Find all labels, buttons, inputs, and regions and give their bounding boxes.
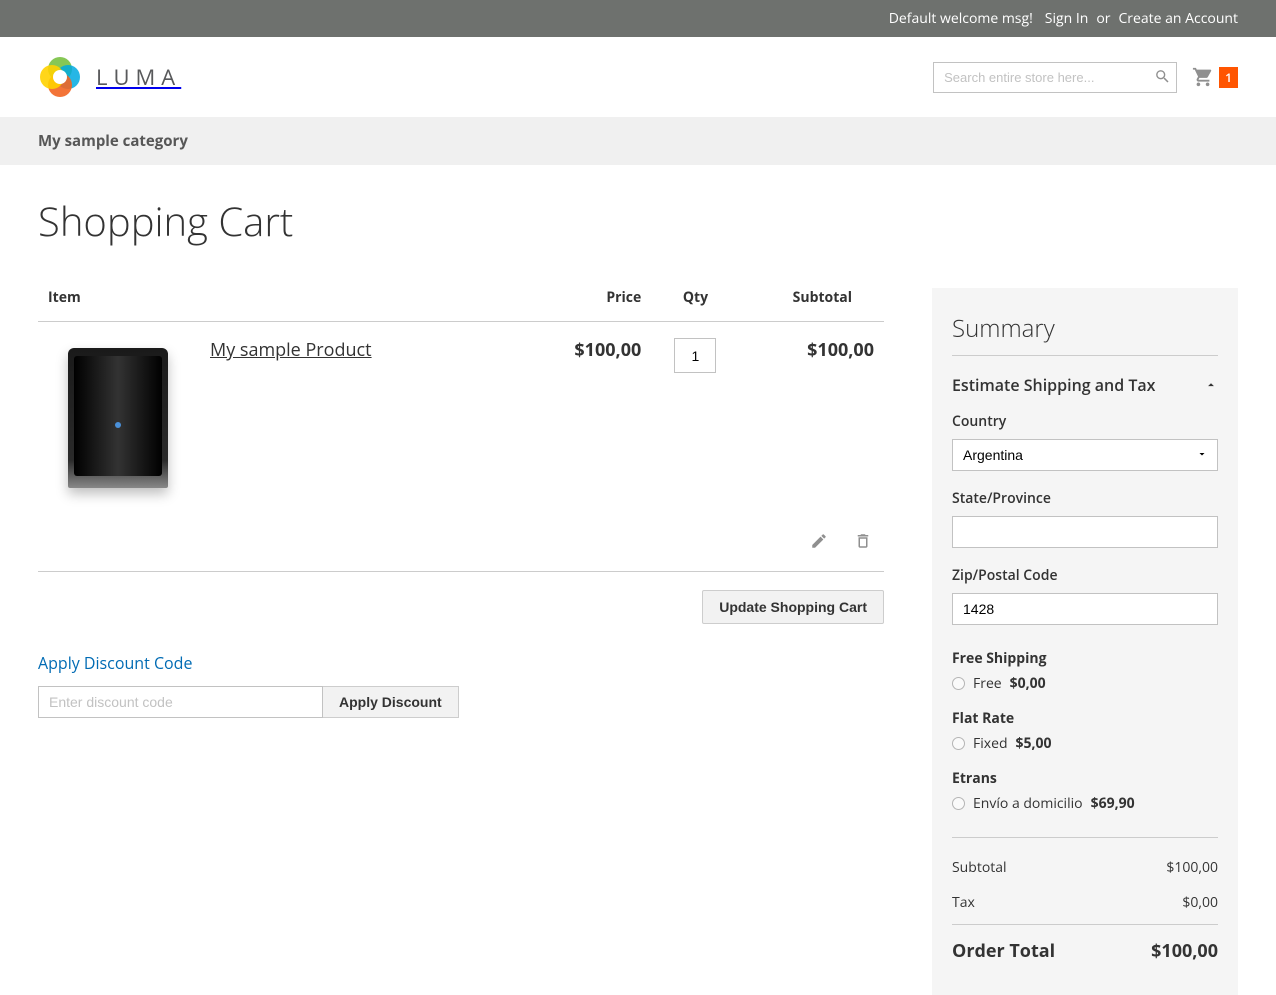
- ship-radio[interactable]: [952, 737, 965, 750]
- search-button[interactable]: [1154, 68, 1171, 88]
- summary-block: Summary Estimate Shipping and Tax Countr…: [932, 288, 1238, 995]
- col-header-item: Item: [38, 288, 528, 322]
- ship-method-title: Etrans: [952, 769, 1218, 788]
- estimate-label: Estimate Shipping and Tax: [952, 374, 1155, 396]
- cart-table: Item Price Qty Subtotal My sample Pr: [38, 288, 884, 572]
- product-name-link[interactable]: My sample Product: [210, 338, 372, 362]
- minicart[interactable]: 1: [1191, 66, 1238, 88]
- welcome-msg: Default welcome msg!: [889, 9, 1033, 28]
- item-price: $100,00: [528, 322, 652, 515]
- chevron-up-icon: [1204, 378, 1218, 392]
- ship-option-label: Free: [973, 674, 1002, 693]
- country-select[interactable]: Argentina: [952, 439, 1218, 471]
- nav-bar: My sample category: [0, 117, 1276, 165]
- ship-option-price: $69,90: [1091, 794, 1135, 813]
- ship-option-price: $5,00: [1016, 734, 1052, 753]
- ship-method-title: Flat Rate: [952, 709, 1218, 728]
- ship-option-label: Fixed: [973, 734, 1008, 753]
- pencil-icon: [810, 532, 828, 550]
- or-text: or: [1096, 9, 1110, 28]
- country-label: Country: [952, 412, 1218, 431]
- update-cart-button[interactable]: Update Shopping Cart: [702, 590, 884, 624]
- remove-item-button[interactable]: [852, 530, 874, 555]
- order-total-label: Order Total: [952, 939, 1055, 963]
- order-total-value: $100,00: [1151, 939, 1218, 963]
- logo-icon: [38, 55, 82, 99]
- product-image: [68, 348, 168, 488]
- item-subtotal: $100,00: [740, 322, 884, 515]
- nav-category-link[interactable]: My sample category: [38, 117, 188, 165]
- tax-row: Tax $0,00: [952, 885, 1218, 920]
- zip-input[interactable]: [952, 593, 1218, 625]
- ship-option-price: $0,00: [1010, 674, 1046, 693]
- apply-discount-button[interactable]: Apply Discount: [323, 686, 459, 718]
- subtotal-label: Subtotal: [952, 858, 1007, 877]
- ship-method-title: Free Shipping: [952, 649, 1218, 668]
- top-banner: Default welcome msg! Sign In or Create a…: [0, 0, 1276, 37]
- order-total-row: Order Total $100,00: [952, 924, 1218, 971]
- header: LUMA 1: [0, 37, 1276, 117]
- state-label: State/Province: [952, 489, 1218, 508]
- estimate-shipping-toggle[interactable]: Estimate Shipping and Tax: [952, 374, 1218, 396]
- ship-radio[interactable]: [952, 677, 965, 690]
- search-box: [933, 62, 1177, 93]
- edit-item-button[interactable]: [808, 530, 830, 555]
- cart-icon: [1191, 66, 1215, 88]
- col-header-price: Price: [528, 288, 652, 322]
- cart-item-row: My sample Product $100,00 $100,00: [38, 322, 884, 515]
- trash-icon: [854, 532, 872, 550]
- col-header-qty: Qty: [651, 288, 739, 322]
- summary-title: Summary: [952, 312, 1218, 356]
- logo[interactable]: LUMA: [38, 55, 181, 99]
- ship-option-flat[interactable]: Fixed $5,00: [952, 734, 1218, 753]
- tax-value: $0,00: [1182, 893, 1218, 912]
- qty-input[interactable]: [674, 338, 716, 373]
- subtotal-row: Subtotal $100,00: [952, 850, 1218, 885]
- cart-count-badge: 1: [1219, 67, 1238, 88]
- logo-text: LUMA: [96, 62, 181, 92]
- discount-toggle[interactable]: Apply Discount Code: [38, 652, 884, 674]
- page-title: Shopping Cart: [38, 193, 1238, 248]
- ship-radio[interactable]: [952, 797, 965, 810]
- sign-in-link[interactable]: Sign In: [1045, 9, 1089, 28]
- item-actions-row: [38, 514, 884, 572]
- discount-code-input[interactable]: [38, 686, 323, 718]
- state-input[interactable]: [952, 516, 1218, 548]
- tax-label: Tax: [952, 893, 975, 912]
- search-input[interactable]: [933, 62, 1177, 93]
- subtotal-value: $100,00: [1166, 858, 1218, 877]
- zip-label: Zip/Postal Code: [952, 566, 1218, 585]
- search-icon: [1154, 68, 1171, 85]
- ship-option-free[interactable]: Free $0,00: [952, 674, 1218, 693]
- product-image-link[interactable]: [48, 338, 188, 498]
- ship-option-etrans[interactable]: Envío a domicilio $69,90: [952, 794, 1218, 813]
- col-header-subtotal: Subtotal: [740, 288, 884, 322]
- create-account-link[interactable]: Create an Account: [1118, 9, 1238, 28]
- ship-option-label: Envío a domicilio: [973, 794, 1083, 813]
